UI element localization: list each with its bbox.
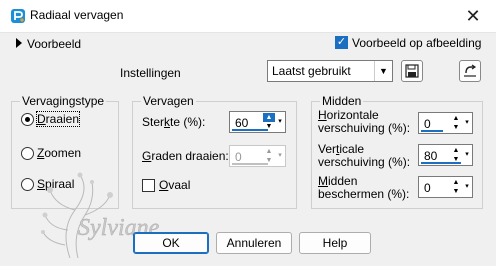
spin-up-icon[interactable]: ▲ <box>450 146 462 155</box>
dropdown-icon[interactable]: ▾ <box>463 146 471 164</box>
radio-draaien[interactable] <box>21 113 34 126</box>
h-offset-label: Horizontale verschuiving (%): <box>318 109 410 135</box>
label-text: beschermen (%): <box>318 187 410 201</box>
accel-key: D <box>37 112 46 126</box>
radio-zoomen[interactable] <box>21 147 34 160</box>
strength-slider-bar <box>232 129 268 131</box>
strength-label: Sterkte (%): <box>142 115 205 129</box>
spin-up-icon[interactable]: ▲ <box>263 113 275 122</box>
label-text: verschuiving (%): <box>318 121 411 135</box>
protect-center-spinbox[interactable]: 0 ▲ ▼ ▾ <box>418 176 473 198</box>
label-text: orizontale <box>326 108 379 122</box>
reset-defaults-button[interactable] <box>459 60 481 82</box>
blur-title: Vervagen <box>141 94 196 108</box>
strength-value: 60 <box>235 116 249 130</box>
h-offset-slider-bar <box>421 130 443 132</box>
spin-down-icon[interactable]: ▼ <box>450 123 462 132</box>
blur-type-title: Vervagingstype <box>20 94 107 108</box>
radio-spiraal[interactable] <box>21 178 34 191</box>
title-bar: Radiaal vervagen ✕ <box>0 0 496 33</box>
accel-key: G <box>142 149 152 163</box>
dropdown-icon[interactable]: ▾ <box>463 178 471 196</box>
reset-icon <box>464 64 477 77</box>
preset-value: Laatst gebruikt <box>272 64 351 78</box>
label-text: raden draaien: <box>151 149 229 163</box>
label-text: raaien <box>45 112 80 126</box>
protect-center-value: 0 <box>424 181 431 195</box>
window-title: Radiaal vervagen <box>30 8 124 22</box>
h-offset-value: 0 <box>424 117 431 131</box>
preview-on-image-label[interactable]: Voorbeeld op afbeelding <box>352 36 481 50</box>
cancel-button[interactable]: Annuleren <box>216 232 292 254</box>
close-icon[interactable]: ✕ <box>462 5 484 27</box>
spin-buttons[interactable]: ▲ ▼ <box>450 178 462 196</box>
label-text: te (%): <box>170 115 206 129</box>
label-text: idden <box>328 174 358 188</box>
h-offset-spinbox[interactable]: 0 ▲ ▼ ▾ <box>418 112 473 134</box>
twist-label: Graden draaien: <box>142 149 229 163</box>
accel-key: M <box>318 174 328 188</box>
center-title: Midden <box>320 94 364 108</box>
dropdown-icon[interactable]: ▾ <box>276 147 284 165</box>
twist-value: 0 <box>235 150 242 164</box>
preset-select[interactable]: Laatst gebruikt ▼ <box>267 60 393 82</box>
chevron-down-icon[interactable]: ▼ <box>374 61 392 81</box>
v-offset-value: 80 <box>424 149 438 163</box>
radio-zoomen-label[interactable]: Zoomen <box>37 146 81 160</box>
label-text: oomen <box>44 146 82 160</box>
protect-center-label: Midden beschermen (%): <box>318 175 409 201</box>
preview-toggle[interactable]: Voorbeeld <box>27 37 81 51</box>
label-text: Ster <box>142 115 165 129</box>
spin-up-icon[interactable]: ▲ <box>263 147 275 156</box>
label-text: verschuiving (%): <box>318 155 411 169</box>
twist-slider-bar <box>232 163 268 165</box>
strength-spinbox[interactable]: 60 ▲ ▼ ▾ <box>229 111 286 133</box>
spin-down-icon[interactable]: ▼ <box>450 187 462 196</box>
radio-draaien-label[interactable]: Draaien <box>35 111 81 127</box>
ok-button[interactable]: OK <box>133 232 209 254</box>
dropdown-icon[interactable]: ▾ <box>463 114 471 132</box>
help-button[interactable]: Help <box>299 232 371 254</box>
v-offset-spinbox[interactable]: 80 ▲ ▼ ▾ <box>418 144 473 166</box>
preview-on-image-checkbox[interactable]: ✓ <box>335 36 348 49</box>
dropdown-icon[interactable]: ▾ <box>276 113 284 131</box>
save-icon <box>405 64 419 78</box>
accel-key: H <box>318 108 327 122</box>
save-preset-button[interactable] <box>401 60 423 82</box>
expand-preview-icon[interactable] <box>15 37 23 49</box>
paintshop-pro-icon <box>11 9 25 23</box>
twist-spinbox[interactable]: 0 ▲ ▼ ▾ <box>229 145 286 167</box>
spin-buttons[interactable]: ▲ ▼ <box>450 114 462 132</box>
spin-up-icon[interactable]: ▲ <box>450 114 462 123</box>
spin-up-icon[interactable]: ▲ <box>450 178 462 187</box>
label-text: icale <box>339 142 365 156</box>
v-offset-slider-bar <box>421 162 461 164</box>
settings-label: Instellingen <box>120 66 181 80</box>
v-offset-label: Verticale verschuiving (%): <box>318 143 410 169</box>
label-text: Ver <box>318 142 337 156</box>
